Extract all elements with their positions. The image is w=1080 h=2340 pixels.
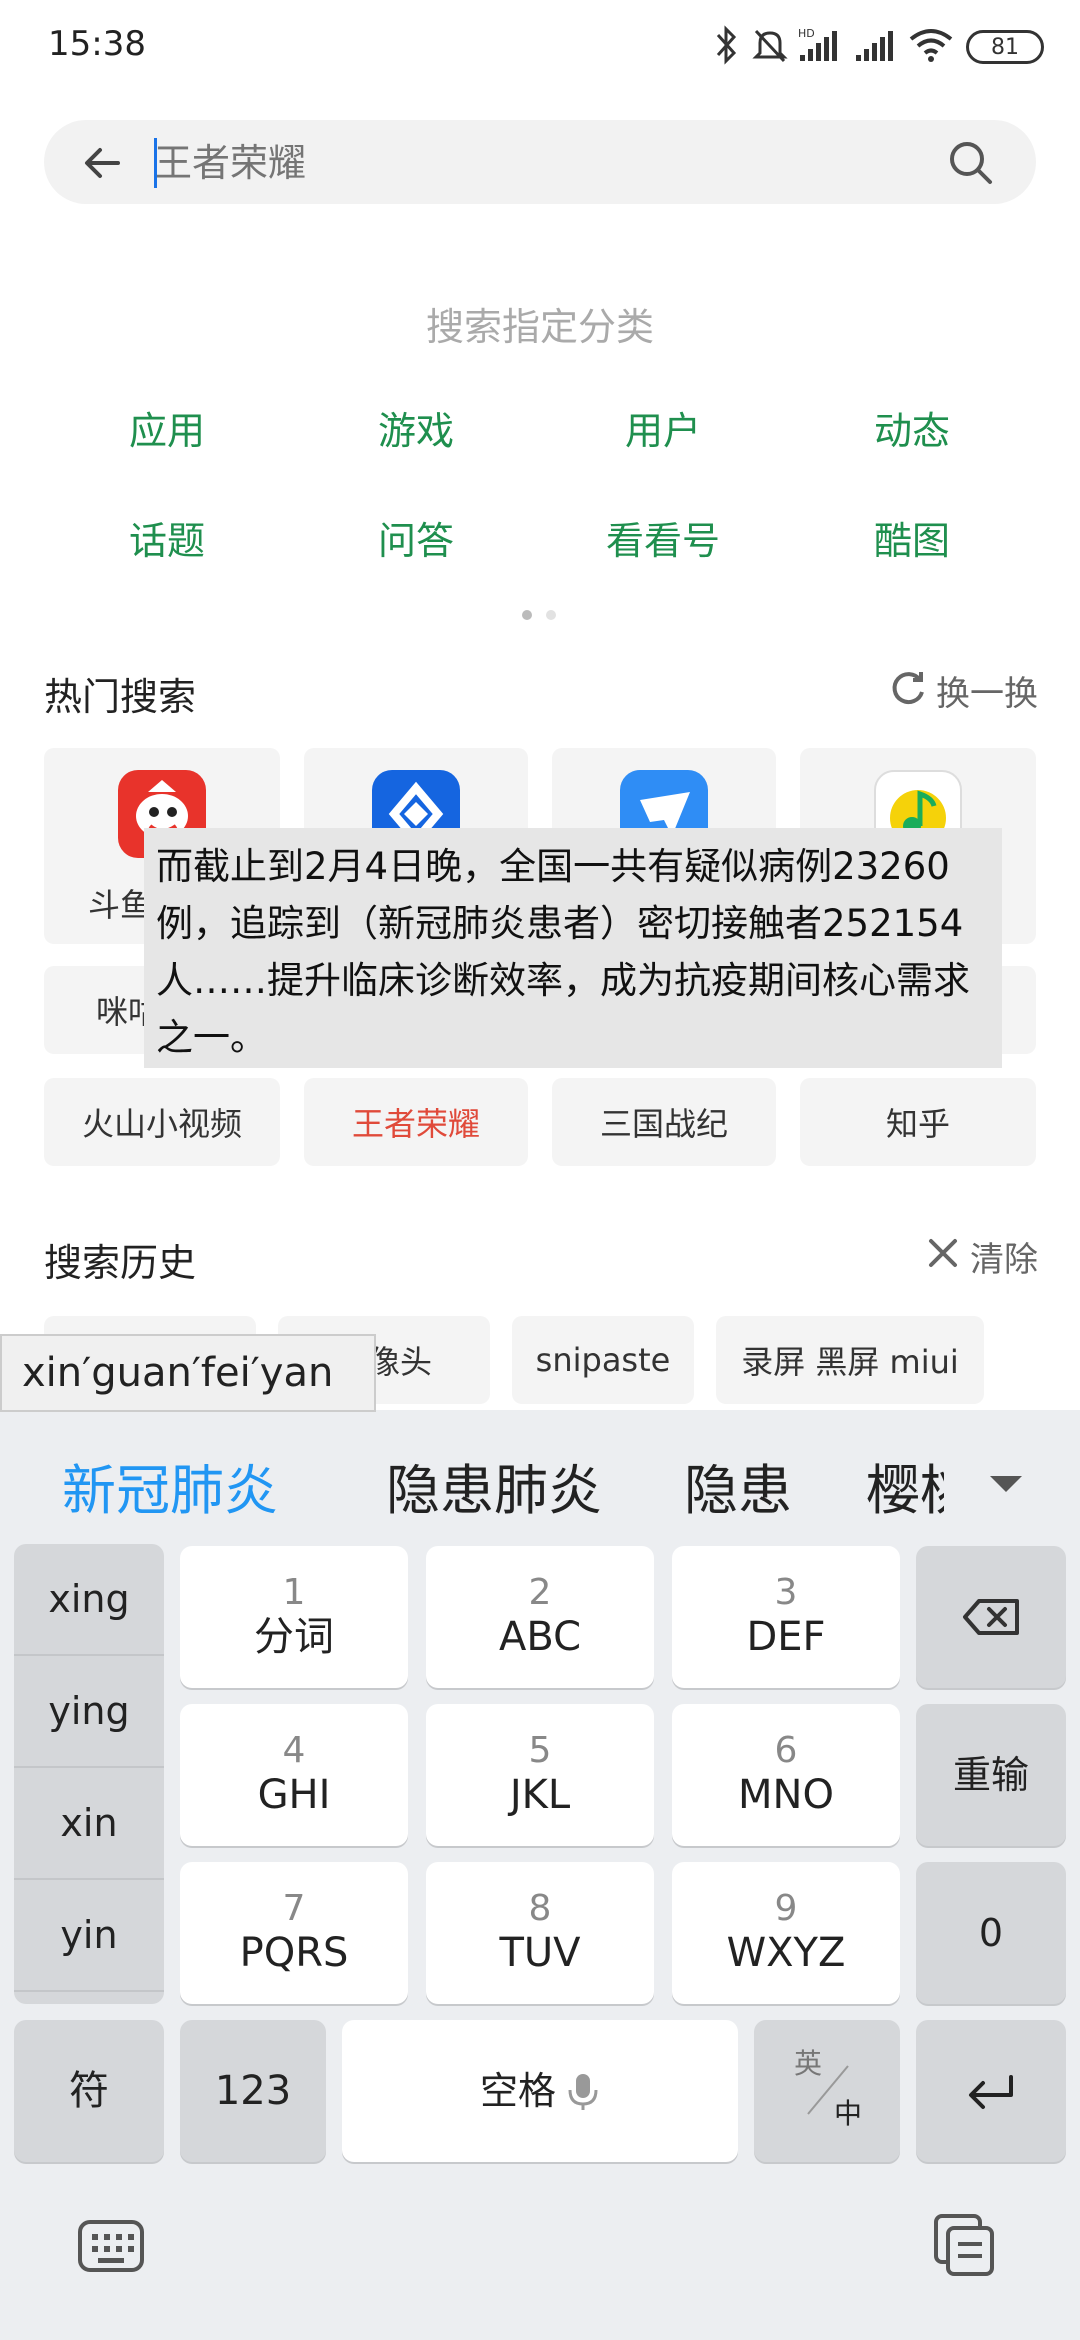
keyboard-hide-icon[interactable] [76, 2216, 146, 2276]
clear-history-label[interactable]: 清除 [970, 1232, 1038, 1281]
zero-key[interactable]: 0 [916, 1862, 1066, 2004]
key-number: 3 [774, 1572, 798, 1613]
history-chip-miui[interactable]: 录屏 黑屏 miui [716, 1316, 984, 1404]
history-chip-snipaste[interactable]: snipaste [512, 1316, 694, 1404]
language-switch-key[interactable]: 英 中 [754, 2020, 900, 2162]
hd-signal-icon: HD [796, 24, 840, 66]
hot-app-name-douyu: 斗鱼 [88, 886, 153, 924]
category-section-title: 搜索指定分类 [425, 305, 654, 349]
hot-search-chip-wangzhe[interactable]: 王者荣耀 [304, 1078, 528, 1166]
wifi-icon [908, 24, 954, 66]
hot-search-title: 热门搜索 [44, 675, 197, 719]
back-arrow-icon[interactable] [78, 138, 128, 188]
page-indicator-active [522, 610, 532, 620]
category-cool-pics[interactable]: 酷图 [787, 510, 1037, 565]
pinyin-options-column: xing ying xin yin [14, 1544, 164, 2004]
expand-candidates-icon[interactable] [986, 1470, 1026, 1500]
key-number: 6 [774, 1730, 798, 1771]
key-7[interactable]: 7 PQRS [180, 1862, 408, 2004]
backspace-icon [963, 1599, 1019, 1635]
key-number: 2 [528, 1572, 552, 1613]
hot-search-chip-zhihu[interactable]: 知乎 [800, 1078, 1036, 1166]
reinput-key[interactable]: 重输 [916, 1704, 1066, 1846]
pinyin-option-ying[interactable]: ying [14, 1656, 164, 1768]
key-label: WXYZ [726, 1930, 846, 1976]
pinyin-option-yin[interactable]: yin [14, 1880, 164, 1992]
key-number: 4 [282, 1730, 306, 1771]
key-number: 9 [774, 1888, 798, 1929]
hot-search-chip-sanguo[interactable]: 三国战纪 [552, 1078, 776, 1166]
candidate-1[interactable]: 新冠肺炎 [62, 1446, 278, 1525]
refresh-icon[interactable] [888, 668, 928, 708]
lang-bottom-label: 中 [834, 2097, 863, 2130]
battery-indicator: 81 [966, 30, 1044, 64]
candidate-4[interactable]: 樱桃 [866, 1446, 944, 1525]
enter-icon [969, 2075, 1013, 2109]
number-switch-label: 123 [214, 2068, 292, 2114]
key-5[interactable]: 5 JKL [426, 1704, 654, 1846]
symbol-label: 符 [69, 2068, 109, 2114]
key-label: GHI [257, 1772, 331, 1818]
clipboard-icon[interactable] [932, 2212, 998, 2278]
candidate-2[interactable]: 隐患肺炎 [386, 1446, 602, 1525]
key-label: TUV [499, 1930, 581, 1976]
backspace-key[interactable] [916, 1546, 1066, 1688]
key-2[interactable]: 2 ABC [426, 1546, 654, 1688]
pinyin-option-xing[interactable]: xing [14, 1544, 164, 1656]
mute-bell-icon [752, 24, 788, 66]
search-icon[interactable] [944, 136, 998, 190]
svg-text:HD: HD [798, 27, 815, 40]
category-user[interactable]: 用户 [538, 400, 788, 455]
zero-label: 0 [978, 1911, 1004, 1955]
search-history-title: 搜索历史 [44, 1241, 197, 1285]
microphone-icon [568, 2074, 598, 2110]
key-number: 1 [282, 1572, 306, 1613]
category-game[interactable]: 游戏 [291, 400, 541, 455]
key-3[interactable]: 3 DEF [672, 1546, 900, 1688]
key-4[interactable]: 4 GHI [180, 1704, 408, 1846]
hot-search-chip-huoshan[interactable]: 火山小视频 [44, 1078, 280, 1166]
key-number: 8 [528, 1888, 552, 1929]
text-cursor [154, 138, 157, 188]
key-8[interactable]: 8 TUV [426, 1862, 654, 2004]
category-app[interactable]: 应用 [42, 400, 292, 455]
category-feed[interactable]: 动态 [787, 400, 1037, 455]
key-1[interactable]: 1 分词 [180, 1546, 408, 1688]
candidate-3[interactable]: 隐患 [684, 1446, 792, 1525]
space-label: 空格 [479, 2069, 556, 2113]
pinyin-option-xin[interactable]: xin [14, 1768, 164, 1880]
category-qa[interactable]: 问答 [291, 510, 541, 565]
pinyin-composing-box: xin′guan′fei′yan [0, 1334, 376, 1412]
page-indicator [546, 610, 556, 620]
refresh-label[interactable]: 换一换 [936, 666, 1038, 715]
key-label: DEF [746, 1614, 826, 1660]
reinput-label: 重输 [952, 1753, 1029, 1797]
clear-x-icon[interactable] [926, 1236, 960, 1270]
bluetooth-icon [712, 24, 742, 66]
symbol-key[interactable]: 符 [14, 2020, 164, 2162]
space-key[interactable]: 空格 [342, 2020, 738, 2162]
key-label: PQRS [239, 1930, 349, 1976]
category-kankan[interactable]: 看看号 [538, 510, 788, 565]
key-9[interactable]: 9 WXYZ [672, 1862, 900, 2004]
category-topic[interactable]: 话题 [42, 510, 292, 565]
text-overlay-popup: 而截止到2月4日晚，全国一共有疑似病例23260例，追踪到（新冠肺炎患者）密切接… [144, 828, 1002, 1068]
search-input[interactable] [154, 132, 914, 194]
enter-key[interactable] [916, 2020, 1066, 2162]
key-label: MNO [738, 1772, 834, 1818]
key-number: 7 [282, 1888, 306, 1929]
key-label: JKL [509, 1772, 571, 1818]
number-switch-key[interactable]: 123 [180, 2020, 326, 2162]
key-6[interactable]: 6 MNO [672, 1704, 900, 1846]
key-label: 分词 [254, 1614, 334, 1660]
status-time: 15:38 [48, 24, 146, 64]
signal-icon [852, 24, 896, 66]
key-label: ABC [498, 1614, 582, 1660]
key-number: 5 [528, 1730, 552, 1771]
